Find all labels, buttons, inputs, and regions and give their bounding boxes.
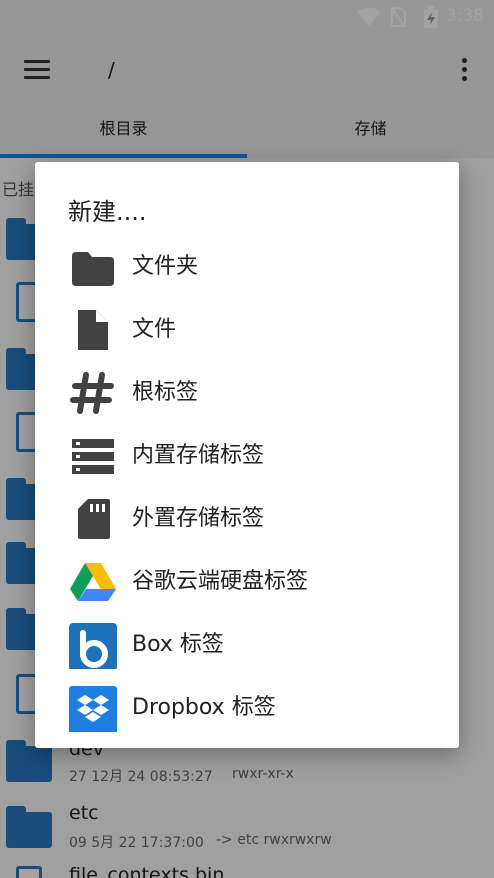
new-external-storage-bookmark-item[interactable]: 外置存储标签 [35,486,459,549]
google-drive-icon [70,563,116,601]
item-label: 内置存储标签 [132,443,265,468]
new-box-bookmark-item[interactable]: Box 标签 [35,612,459,675]
dialog-title: 新建.... [68,198,147,226]
new-root-bookmark-item[interactable]: 根标签 [35,360,459,423]
box-icon [69,623,117,669]
storage-icon [72,439,114,474]
sd-card-icon [78,499,110,539]
item-label: Dropbox 标签 [132,695,276,720]
folder-icon [72,252,114,286]
new-dropbox-bookmark-item[interactable]: Dropbox 标签 [35,675,459,738]
item-label: 文件 [132,317,177,342]
item-label: 文件夹 [132,254,199,279]
hash-icon [70,372,114,414]
item-label: 谷歌云端硬盘标签 [132,569,309,594]
new-internal-storage-bookmark-item[interactable]: 内置存储标签 [35,423,459,486]
item-label: 根标签 [132,380,199,405]
item-label: Box 标签 [132,632,224,657]
new-google-drive-bookmark-item[interactable]: 谷歌云端硬盘标签 [35,549,459,612]
new-item-dialog: 新建.... 文件夹 文件 根标签 内置存储标签 外置存储标签 谷歌云端硬盘标签… [35,162,459,748]
file-icon [78,310,108,350]
dropbox-icon [69,686,117,732]
item-label: 外置存储标签 [132,506,265,531]
new-file-item[interactable]: 文件 [35,297,459,360]
new-folder-item[interactable]: 文件夹 [35,234,459,297]
